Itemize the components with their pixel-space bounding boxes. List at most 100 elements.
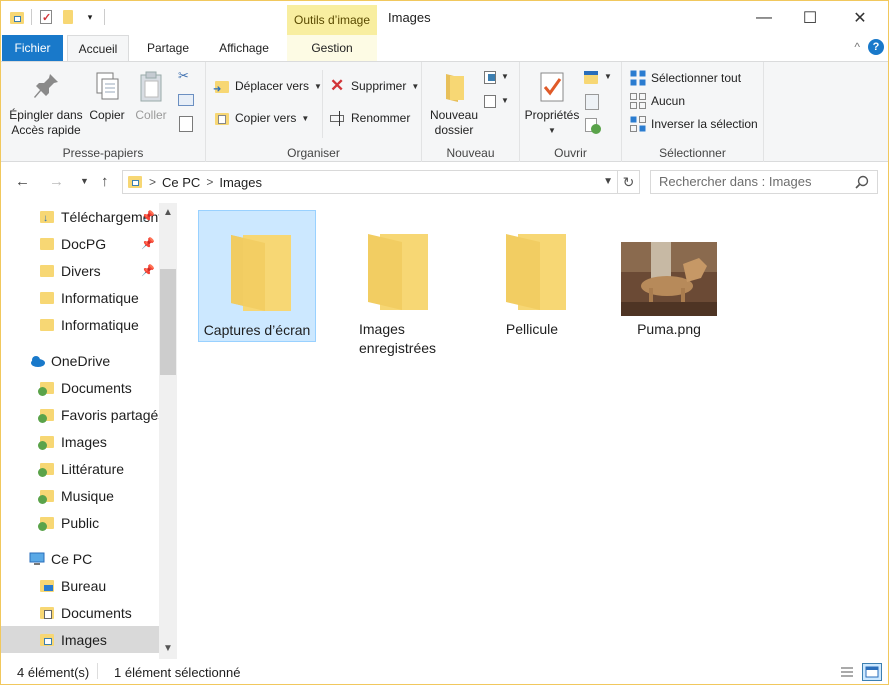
up-arrow-icon[interactable]: ↑ bbox=[101, 173, 109, 190]
rename-button[interactable]: Renommer bbox=[330, 110, 410, 126]
picture-tools-context: Outils d’image bbox=[287, 5, 377, 35]
customize-toolbar-icon[interactable]: ▾ bbox=[82, 9, 98, 25]
synced-folder-icon bbox=[38, 380, 55, 396]
folder-icon bbox=[39, 317, 55, 333]
nav-item-informatique-2[interactable]: Informatique bbox=[1, 311, 159, 338]
navigation-bar: ← → ▼ ↑ > Ce PC > Images ▼ ↻ Rechercher … bbox=[1, 163, 888, 203]
chevron-right-icon: > bbox=[206, 175, 214, 189]
copy-path-icon[interactable] bbox=[178, 94, 194, 106]
new-folder-icon[interactable] bbox=[60, 9, 76, 25]
new-folder-button[interactable]: Nouveau dossier bbox=[426, 70, 482, 138]
group-new: Nouveau dossier ▼ ▼ Nouveau bbox=[422, 62, 520, 162]
tab-home[interactable]: Accueil bbox=[67, 35, 129, 62]
explorer-window: ✓ ▾ Outils d’image Images — ☐ ✕ Fichier … bbox=[0, 0, 889, 685]
collapse-ribbon-icon[interactable]: ^ bbox=[854, 40, 860, 54]
nav-scrollbar[interactable]: ▲ ▼ bbox=[159, 203, 177, 659]
easy-access-icon[interactable]: ▼ bbox=[484, 94, 510, 110]
properties-button[interactable]: Propriétés ▼ bbox=[522, 70, 582, 138]
cut-icon[interactable]: ✂ bbox=[178, 68, 196, 84]
nav-item-images[interactable]: Images bbox=[1, 626, 159, 653]
chevron-down-icon: ▼ bbox=[314, 81, 322, 91]
edit-icon[interactable] bbox=[585, 94, 599, 110]
folder-app-icon[interactable] bbox=[9, 9, 25, 25]
nav-item-onedrive-documents[interactable]: Documents bbox=[1, 374, 159, 401]
image-item[interactable]: Puma.png bbox=[610, 210, 728, 342]
history-icon[interactable] bbox=[585, 118, 601, 134]
pin-quick-access-button[interactable]: Épingler dans Accès rapide bbox=[7, 70, 85, 138]
select-all-button[interactable]: Sélectionner tout bbox=[630, 70, 741, 86]
new-item-icon[interactable]: ▼ bbox=[484, 70, 510, 86]
nav-item-documents[interactable]: Documents bbox=[1, 599, 159, 626]
address-dropdown-icon[interactable]: ▼ bbox=[603, 176, 613, 187]
refresh-icon[interactable]: ↻ bbox=[617, 171, 639, 193]
open-icon[interactable]: ▼ bbox=[584, 70, 614, 86]
paste-button[interactable]: Coller bbox=[131, 70, 171, 123]
nav-item-onedrive-public[interactable]: Public bbox=[1, 509, 159, 536]
invert-selection-icon bbox=[630, 116, 646, 132]
select-none-icon bbox=[630, 93, 646, 109]
invert-selection-button[interactable]: Inverser la sélection bbox=[630, 116, 758, 132]
tab-view[interactable]: Affichage bbox=[209, 35, 279, 61]
maximize-button[interactable]: ☐ bbox=[787, 1, 833, 35]
minimize-button[interactable]: — bbox=[741, 1, 787, 35]
nav-item-docpg[interactable]: DocPG 📌 bbox=[1, 230, 159, 257]
nav-item-onedrive[interactable]: OneDrive bbox=[1, 347, 159, 374]
forward-arrow-icon[interactable]: → bbox=[49, 173, 64, 190]
delete-icon: ✕ bbox=[330, 76, 345, 95]
copy-to-button[interactable]: Copier vers ▼ bbox=[214, 110, 309, 126]
pictures-folder-icon bbox=[39, 632, 55, 648]
chevron-down-icon: ▼ bbox=[411, 81, 420, 91]
navigation-pane: ↓ Téléchargements 📌 DocPG 📌 Divers 📌 Inf… bbox=[1, 203, 177, 659]
copy-icon bbox=[91, 70, 123, 104]
nav-item-desktop[interactable]: Bureau bbox=[1, 572, 159, 599]
nav-item-onedrive-images[interactable]: Images bbox=[1, 428, 159, 455]
nav-item-onedrive-musique[interactable]: Musique bbox=[1, 482, 159, 509]
nav-item-divers[interactable]: Divers 📌 bbox=[1, 257, 159, 284]
recent-locations-icon[interactable]: ▼ bbox=[80, 176, 89, 186]
copy-to-icon bbox=[214, 110, 230, 126]
nav-item-informatique[interactable]: Informatique bbox=[1, 284, 159, 311]
paste-shortcut-icon[interactable] bbox=[179, 116, 193, 132]
scroll-thumb[interactable] bbox=[160, 269, 176, 375]
back-arrow-icon[interactable]: ← bbox=[15, 173, 30, 190]
large-icons-view-icon[interactable] bbox=[862, 663, 882, 681]
nav-item-onedrive-favoris[interactable]: Favoris partagés bbox=[1, 401, 159, 428]
scroll-down-icon[interactable]: ▼ bbox=[159, 641, 177, 657]
pin-icon: 📌 bbox=[141, 238, 155, 250]
nav-item-downloads[interactable]: ↓ Téléchargements 📌 bbox=[1, 203, 159, 230]
paste-icon bbox=[135, 70, 167, 104]
folder-item[interactable]: Captures d’écran bbox=[198, 210, 316, 342]
details-view-icon[interactable] bbox=[837, 663, 857, 681]
close-button[interactable]: ✕ bbox=[837, 1, 883, 35]
title-bar: ✓ ▾ Outils d’image Images — ☐ ✕ bbox=[1, 1, 888, 35]
folder-icon bbox=[39, 263, 55, 279]
address-bar[interactable]: > Ce PC > Images ▼ ↻ bbox=[122, 170, 640, 194]
breadcrumb-images[interactable]: Images bbox=[219, 175, 262, 190]
move-to-button[interactable]: ➜ Déplacer vers ▼ bbox=[213, 78, 322, 95]
select-none-button[interactable]: Aucun bbox=[630, 93, 685, 109]
tab-file[interactable]: Fichier bbox=[2, 35, 63, 61]
synced-folder-icon bbox=[38, 515, 55, 531]
copy-button[interactable]: Copier bbox=[87, 70, 127, 123]
delete-button[interactable]: ✕ Supprimer ▼ bbox=[330, 76, 420, 95]
tab-manage[interactable]: Gestion bbox=[287, 35, 377, 61]
properties-icon[interactable]: ✓ bbox=[38, 9, 54, 25]
group-label-clipboard: Presse-papiers bbox=[62, 146, 144, 160]
nav-item-onedrive-litterature[interactable]: Littérature bbox=[1, 455, 159, 482]
image-thumbnail bbox=[621, 220, 717, 316]
folder-item[interactable]: Images enregistrées bbox=[335, 210, 453, 356]
search-input[interactable]: Rechercher dans : Images bbox=[650, 170, 878, 194]
selection-count: 1 élément sélectionné bbox=[114, 665, 241, 680]
folder-icon bbox=[484, 220, 580, 316]
ribbon: Épingler dans Accès rapide Copier Coller… bbox=[1, 61, 888, 162]
folder-item[interactable]: Pellicule bbox=[473, 210, 591, 342]
window-title: Images bbox=[388, 10, 431, 25]
nav-item-this-pc[interactable]: Ce PC bbox=[1, 545, 159, 572]
help-icon[interactable]: ? bbox=[868, 39, 884, 55]
item-count: 4 élément(s) bbox=[17, 665, 90, 680]
downloads-folder-icon: ↓ bbox=[39, 209, 55, 225]
scroll-up-icon[interactable]: ▲ bbox=[159, 205, 177, 221]
tab-share[interactable]: Partage bbox=[137, 35, 199, 61]
breadcrumb-this-pc[interactable]: Ce PC bbox=[162, 175, 200, 190]
folder-icon bbox=[39, 290, 55, 306]
